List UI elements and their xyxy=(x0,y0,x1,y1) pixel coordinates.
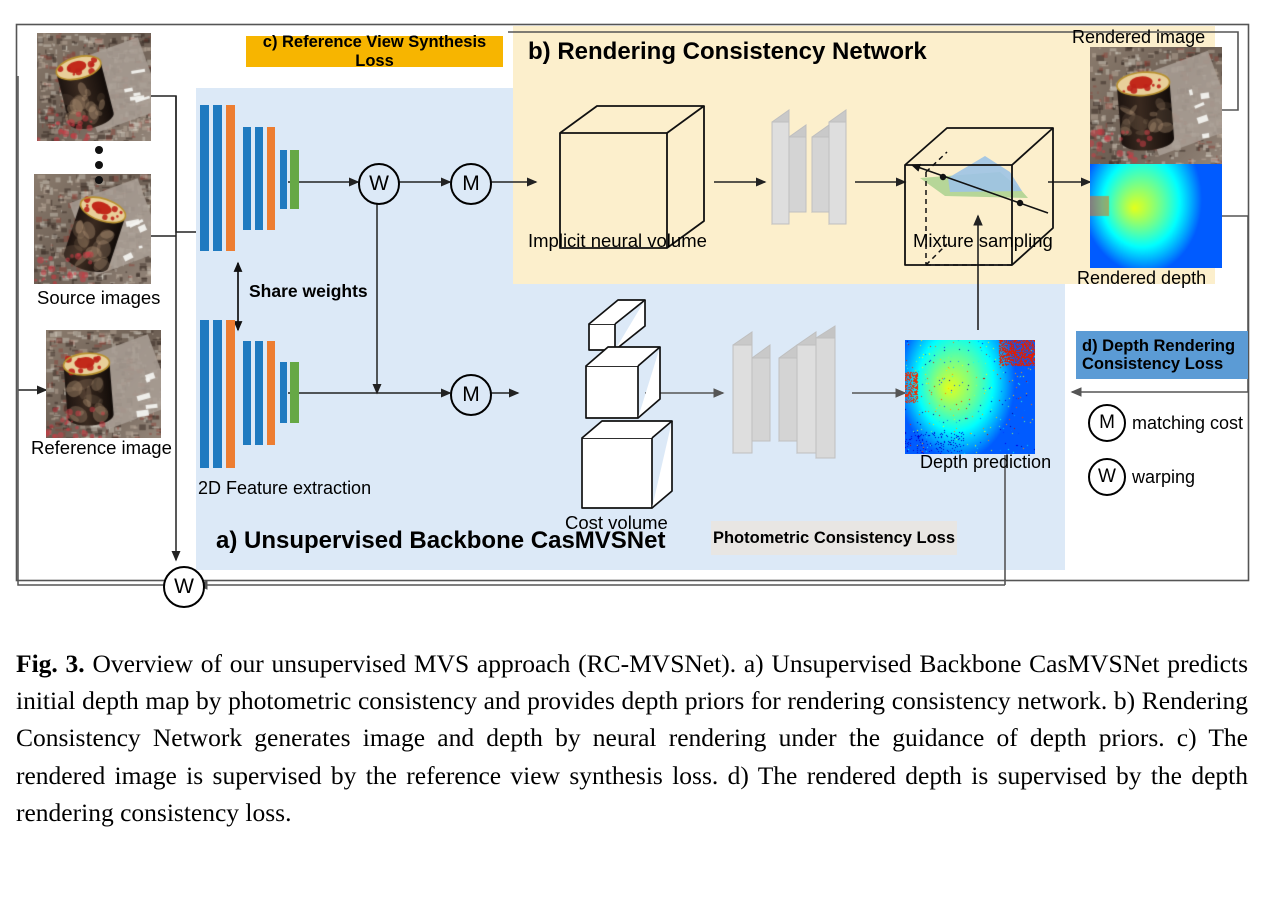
feature-bar-bottom-4 xyxy=(243,341,251,445)
label-cost-volume: Cost volume xyxy=(565,512,668,533)
caption-figure-number: Fig. 3. xyxy=(16,649,85,678)
ellipsis-dot-3 xyxy=(95,176,103,184)
label-share-weights: Share weights xyxy=(249,281,368,301)
feature-bar-bottom-8 xyxy=(290,362,299,423)
label-source-images: Source images xyxy=(37,287,161,308)
label-2d-feature-extraction: 2D Feature extraction xyxy=(198,478,372,498)
panel-rendering-title: b) Rendering Consistency Network xyxy=(528,38,927,65)
tag-photometric-consistency-loss[interactable]: Photometric Consistency Loss xyxy=(711,521,957,555)
caption-text: Overview of our unsupervised MVS approac… xyxy=(16,649,1248,827)
label-depth-prediction: Depth prediction xyxy=(920,452,1052,472)
ellipsis-dot-1 xyxy=(95,146,103,154)
feature-bar-top-4 xyxy=(243,127,251,230)
label-mixture-sampling: Mixture sampling xyxy=(913,230,1053,251)
label-rendered-image: Rendered image xyxy=(1072,27,1206,47)
feature-bar-top-7 xyxy=(280,150,287,209)
legend-label-matching-cost: matching cost xyxy=(1132,413,1244,433)
feature-bar-bottom-5 xyxy=(255,341,263,445)
feature-bar-bottom-6 xyxy=(267,341,275,445)
tag-depth-rendering-consistency-loss[interactable]: d) Depth Rendering Consistency Loss xyxy=(1076,331,1248,379)
ellipsis-dot-2 xyxy=(95,161,103,169)
feature-bar-top-2 xyxy=(213,105,222,251)
tag-reference-view-synthesis-loss[interactable]: c) Reference View Synthesis Loss xyxy=(246,33,503,70)
legend-symbol-matching-cost: M xyxy=(1088,404,1126,442)
legend-label-warping: warping xyxy=(1132,467,1196,487)
source-image-connectors xyxy=(150,95,196,237)
photo-source-image-1 xyxy=(37,33,151,141)
feature-bar-top-1 xyxy=(200,105,209,251)
feature-bar-top-3 xyxy=(226,105,235,251)
node-warp-bottom[interactable]: W xyxy=(163,566,205,608)
figure-diagram: a) Unsupervised Backbone CasMVSNet b) Re… xyxy=(0,0,1263,620)
feature-bar-bottom-3 xyxy=(226,320,235,468)
figure-caption: Fig. 3. Overview of our unsupervised MVS… xyxy=(16,645,1248,831)
feature-bar-top-6 xyxy=(267,127,275,230)
feature-bar-bottom-7 xyxy=(280,362,287,423)
photo-source-image-2 xyxy=(34,174,151,284)
label-rendered-depth: Rendered depth xyxy=(1077,268,1207,288)
feature-bar-top-5 xyxy=(255,127,263,230)
node-warp-top[interactable]: W xyxy=(358,163,400,205)
photo-reference-image xyxy=(46,330,161,438)
node-match-top[interactable]: M xyxy=(450,163,492,205)
feature-bar-top-8 xyxy=(290,150,299,209)
node-match-bottom[interactable]: M xyxy=(450,374,492,416)
photo-rendered-image xyxy=(1090,47,1222,164)
label-reference-image: Reference image xyxy=(31,437,172,458)
label-implicit-neural-volume: Implicit neural volume xyxy=(528,230,707,251)
photo-rendered-depth xyxy=(1090,164,1222,268)
legend-symbol-warping: W xyxy=(1088,458,1126,496)
feature-bar-bottom-1 xyxy=(200,320,209,468)
feature-bar-bottom-2 xyxy=(213,320,222,468)
photo-depth-prediction xyxy=(905,340,1035,454)
